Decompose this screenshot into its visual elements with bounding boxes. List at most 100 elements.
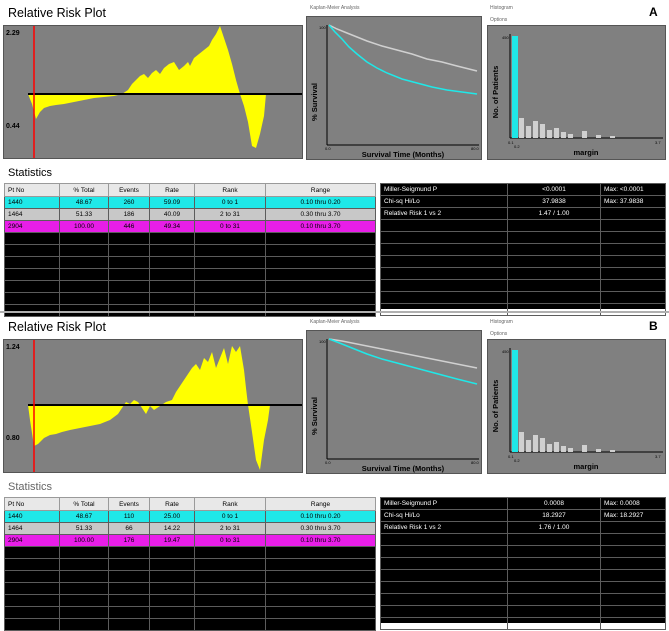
- table-row[interactable]: 1464 51.33 186 40.09 2 to 31 0.30 thru 3…: [4, 208, 376, 221]
- results-table[interactable]: Miller-Seigmund P <0.0001 Max: <0.0001 C…: [380, 183, 666, 316]
- result-value: 18.2927: [507, 509, 601, 522]
- hist-bar: [610, 450, 615, 452]
- empty-row: [4, 606, 376, 619]
- result-max: Max: <0.0001: [600, 183, 666, 196]
- cell: 51.33: [59, 522, 109, 535]
- histogram-plot[interactable]: 450 No. of Patients 0.1 0.2 3.7 margin: [487, 339, 666, 474]
- cell: 100.00: [59, 220, 109, 233]
- km-x-left-tick: 0.0: [325, 460, 331, 465]
- cell: 260: [108, 196, 150, 209]
- cell: 2 to 31: [194, 522, 266, 535]
- col-header-rate[interactable]: Rate: [149, 183, 195, 197]
- cell: 0.10 thru 0.20: [265, 510, 376, 523]
- col-header-pt-no[interactable]: Pt No: [4, 497, 60, 511]
- km-y-top-tick: 100: [319, 25, 326, 30]
- result-label: Miller-Seigmund P: [380, 497, 508, 510]
- kaplan-meier-plot[interactable]: 100 % Survival 0.0 80.0 Survival Time (M…: [306, 16, 482, 160]
- table-row[interactable]: 1440 48.67 110 25.00 0 to 1 0.10 thru 0.…: [4, 510, 376, 523]
- km-title: Kaplan-Meier Analysis: [310, 319, 360, 325]
- hist-bar-cyan: [512, 36, 518, 138]
- col-header-pt-no[interactable]: Pt No: [4, 183, 60, 197]
- hist-bar: [596, 449, 601, 452]
- statistics-table[interactable]: Pt No % Total Events Rate Rank Range 144…: [4, 497, 376, 631]
- result-row: Miller-Seigmund P 0.0008 Max: 0.0008: [380, 497, 666, 510]
- col-header-range[interactable]: Range: [265, 497, 376, 511]
- table-row[interactable]: 1440 48.67 260 59.09 0 to 1 0.10 thru 0.…: [4, 196, 376, 209]
- col-header-range[interactable]: Range: [265, 183, 376, 197]
- hist-bar: [533, 435, 538, 452]
- result-max: Max: 0.0008: [600, 497, 666, 510]
- empty-row: [4, 292, 376, 305]
- hist-bar: [568, 134, 573, 138]
- hist-bar: [540, 124, 545, 138]
- kaplan-meier-plot[interactable]: 100 % Survival 0.0 80.0 Survival Time (M…: [306, 330, 482, 474]
- result-label: Chi-sq Hi/Lo: [380, 509, 508, 522]
- risk-curve-fill: [28, 26, 266, 148]
- hist-bar: [561, 446, 566, 452]
- risk-y-max-label: 1.24: [6, 344, 20, 351]
- cell: 186: [108, 208, 150, 221]
- table-header-row: Pt No % Total Events Rate Rank Range: [4, 183, 376, 197]
- km-xlabel: Survival Time (Months): [362, 150, 445, 159]
- cell: 59.09: [149, 196, 195, 209]
- result-label: Relative Risk 1 vs 2: [380, 521, 508, 534]
- panel-letter: A: [649, 5, 658, 19]
- histogram-plot[interactable]: 450 No. of Patients 0.1 0.2 3.7 margin: [487, 25, 666, 160]
- table-row[interactable]: 2904 100.00 176 19.47 0 to 31 0.10 thru …: [4, 534, 376, 547]
- hist-y-top-tick: 450: [502, 349, 509, 354]
- hist-x-mid-tick: 0.2: [514, 458, 520, 463]
- hist-bar: [533, 121, 538, 138]
- hist-bar: [554, 442, 559, 452]
- col-header-rank[interactable]: Rank: [194, 497, 266, 511]
- cell: 51.33: [59, 208, 109, 221]
- hist-bar: [554, 128, 559, 138]
- empty-row: [4, 618, 376, 631]
- km-curve-group2: [328, 338, 478, 369]
- hist-options-menu[interactable]: Options: [490, 331, 507, 337]
- hist-bar: [596, 135, 601, 138]
- statistics-table[interactable]: Pt No % Total Events Rate Rank Range 144…: [4, 183, 376, 317]
- cell: 0.10 thru 3.70: [265, 534, 376, 547]
- col-header-pct-total[interactable]: % Total: [59, 183, 109, 197]
- empty-row: [4, 256, 376, 269]
- hist-bar: [526, 126, 531, 138]
- panel-letter: B: [649, 319, 658, 333]
- km-x-left-tick: 0.0: [325, 146, 331, 151]
- cell: 48.67: [59, 510, 109, 523]
- hist-x-right-tick: 3.7: [655, 454, 661, 459]
- hist-options-menu[interactable]: Options: [490, 17, 507, 23]
- empty-row: [4, 558, 376, 571]
- empty-row: [4, 268, 376, 281]
- result-value: <0.0001: [507, 183, 601, 196]
- hist-bar: [547, 130, 552, 138]
- table-header-row: Pt No % Total Events Rate Rank Range: [4, 497, 376, 511]
- result-max: [600, 521, 666, 534]
- empty-row: [4, 582, 376, 595]
- cell: 100.00: [59, 534, 109, 547]
- hist-bar: [526, 440, 531, 452]
- cell: 48.67: [59, 196, 109, 209]
- relative-risk-plot[interactable]: 1.24 0.80: [3, 339, 303, 473]
- col-header-events[interactable]: Events: [108, 497, 150, 511]
- col-header-rate[interactable]: Rate: [149, 497, 195, 511]
- col-header-events[interactable]: Events: [108, 183, 150, 197]
- hist-bar: [610, 136, 615, 138]
- table-row[interactable]: 1464 51.33 66 14.22 2 to 31 0.30 thru 3.…: [4, 522, 376, 535]
- cell: 49.34: [149, 220, 195, 233]
- cell: 110: [108, 510, 150, 523]
- table-row[interactable]: 2904 100.00 446 49.34 0 to 31 0.10 thru …: [4, 220, 376, 233]
- empty-row: [4, 232, 376, 245]
- results-table[interactable]: Miller-Seigmund P 0.0008 Max: 0.0008 Chi…: [380, 497, 666, 630]
- hist-xlabel: margin: [573, 148, 598, 157]
- cell: 446: [108, 220, 150, 233]
- col-header-pct-total[interactable]: % Total: [59, 497, 109, 511]
- cell: 25.00: [149, 510, 195, 523]
- km-curve-group1: [328, 338, 478, 385]
- km-x-right-tick: 80.0: [471, 146, 480, 151]
- hist-bar: [582, 131, 587, 138]
- statistics-title: Statistics: [8, 481, 53, 493]
- col-header-rank[interactable]: Rank: [194, 183, 266, 197]
- risk-y-max-label: 2.29: [6, 30, 20, 37]
- relative-risk-plot[interactable]: 2.29 0.44: [3, 25, 303, 159]
- cell: 0.10 thru 0.20: [265, 196, 376, 209]
